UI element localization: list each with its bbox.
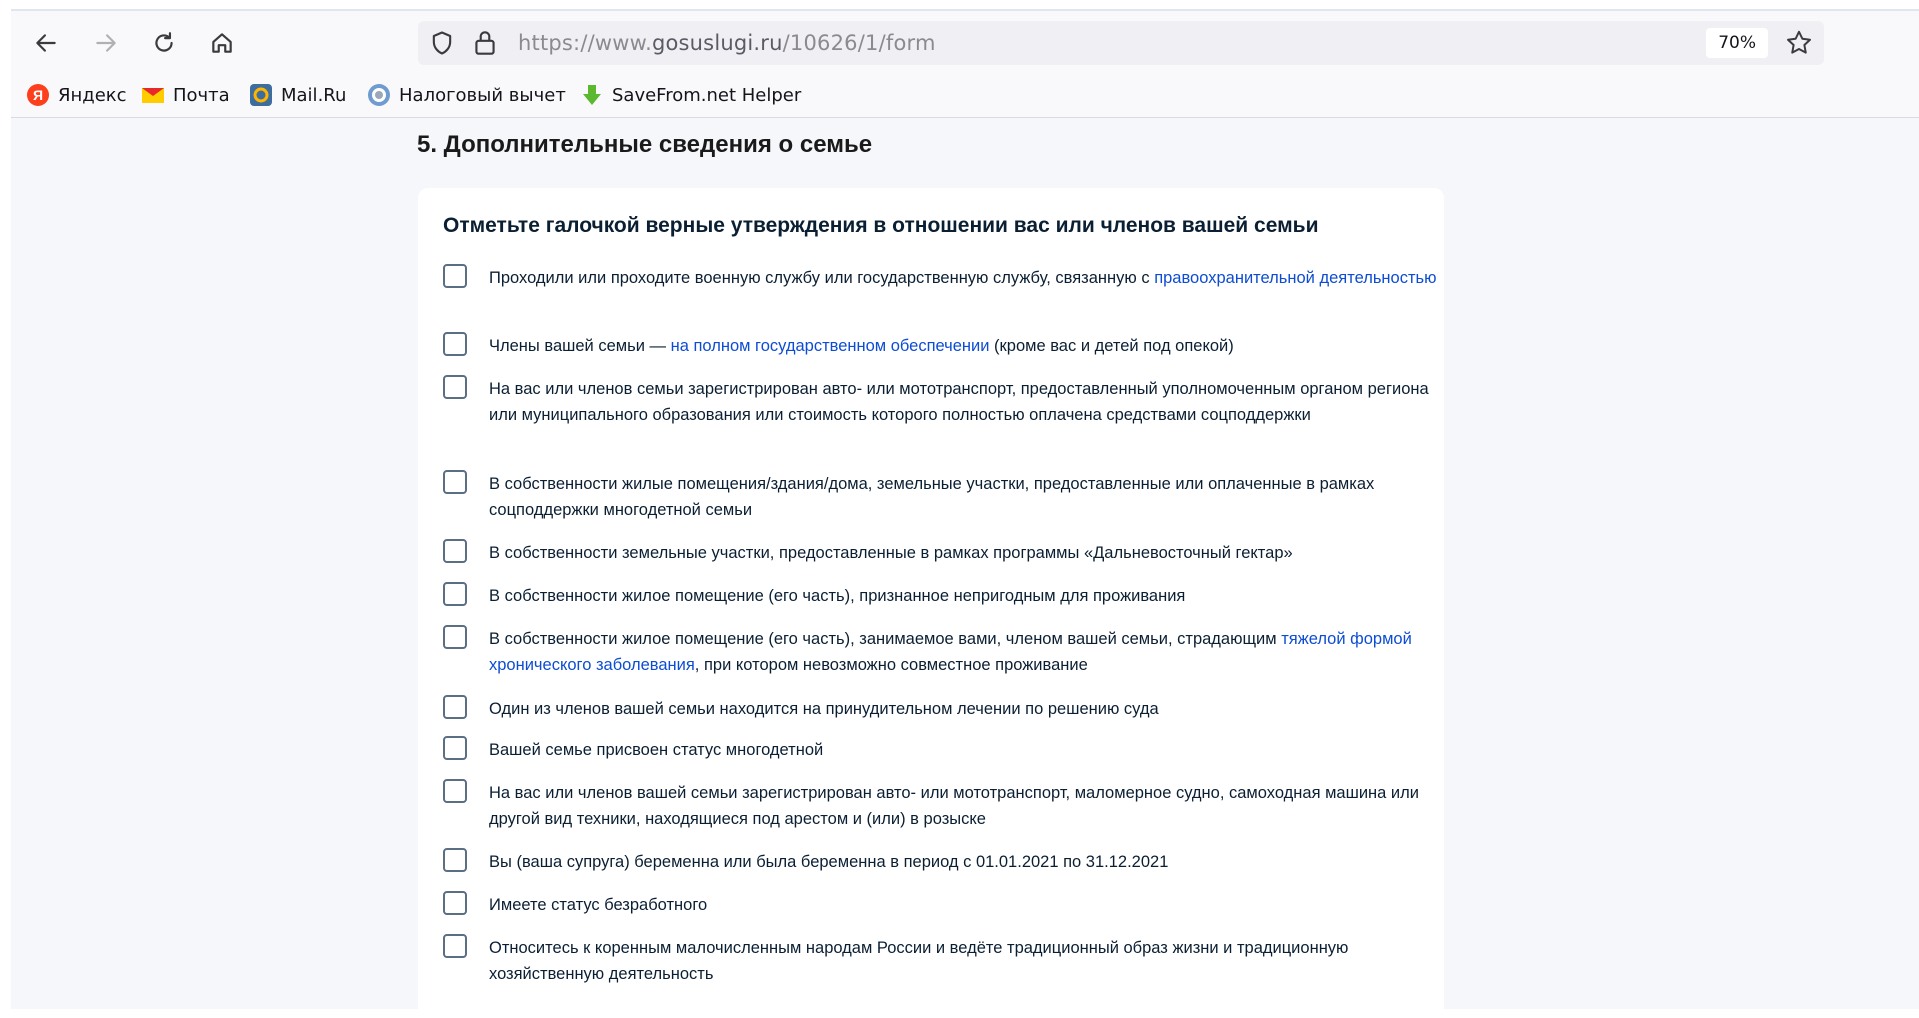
- lock-icon[interactable]: [472, 28, 498, 58]
- tracking-shield-icon[interactable]: [428, 29, 456, 57]
- bookmark-savefrom[interactable]: SaveFrom.net Helper: [580, 81, 801, 109]
- window-top-edge: [0, 0, 1919, 11]
- checkbox[interactable]: [443, 625, 467, 649]
- checkbox[interactable]: [443, 779, 467, 803]
- checkbox[interactable]: [443, 582, 467, 606]
- checkbox-label[interactable]: Один из членов вашей семьи находится на …: [489, 696, 1449, 722]
- info-link[interactable]: правоохранительной деятельностью: [1154, 269, 1436, 287]
- checkbox-label-text: В собственности жилые помещения/здания/д…: [489, 475, 1375, 519]
- checkbox-label[interactable]: Имеете статус безработного: [489, 892, 1449, 918]
- bookmark-mailru[interactable]: Mail.Ru: [249, 81, 346, 109]
- checkbox[interactable]: [443, 736, 467, 760]
- bookmark-label: Почта: [173, 84, 230, 106]
- checkbox-label[interactable]: Проходили или проходите военную службу и…: [489, 265, 1449, 291]
- zoom-level-button[interactable]: 70%: [1706, 28, 1768, 58]
- checkbox-label[interactable]: Относитесь к коренным малочисленным наро…: [489, 935, 1449, 987]
- bookmark-tax[interactable]: Налоговый вычет: [367, 81, 566, 109]
- bookmark-label: Яндекс: [58, 84, 127, 106]
- checkbox-label-text: Вашей семье присвоен статус многодетной: [489, 741, 824, 759]
- checkbox-label-text: Относитесь к коренным малочисленным наро…: [489, 939, 1349, 983]
- home-icon: [212, 33, 232, 53]
- checkbox-label-text: На вас или членов семьи зарегистрирован …: [489, 380, 1429, 424]
- checkbox[interactable]: [443, 375, 467, 399]
- checkbox-label[interactable]: Вы (ваша супруга) беременна или была бер…: [489, 849, 1449, 875]
- url-bar[interactable]: https://www.gosuslugi.ru/10626/1/form 70…: [418, 21, 1824, 65]
- svg-text:Я: Я: [33, 87, 43, 103]
- download-arrow-icon: [580, 83, 604, 107]
- bookmarks-bar: Я Яндекс Почта Mail.Ru Налоговый вычет S…: [0, 73, 1919, 118]
- checkbox[interactable]: [443, 332, 467, 356]
- tax-site-icon: [367, 83, 391, 107]
- forward-button[interactable]: [88, 25, 124, 61]
- checkbox[interactable]: [443, 470, 467, 494]
- checkbox-label-text: Вы (ваша супруга) беременна или была бер…: [489, 853, 1169, 871]
- checkbox-label[interactable]: В собственности жилое помещение (его час…: [489, 583, 1449, 609]
- checkbox-label-text: В собственности жилое помещение (его час…: [489, 587, 1186, 605]
- bookmark-label: Mail.Ru: [281, 84, 347, 106]
- bookmark-label: SaveFrom.net Helper: [612, 84, 802, 106]
- bookmark-pochta[interactable]: Почта: [141, 81, 230, 109]
- checkbox-label-text: (кроме вас и детей под опекой): [989, 337, 1234, 355]
- url-host: gosuslugi.ru: [651, 31, 783, 55]
- checkbox-label[interactable]: На вас или членов вашей семьи зарегистри…: [489, 780, 1449, 832]
- checkbox-label[interactable]: В собственности жилое помещение (его час…: [489, 626, 1449, 678]
- section-title: 5. Дополнительные сведения о семье: [417, 131, 873, 158]
- checkbox-label[interactable]: На вас или членов семьи зарегистрирован …: [489, 376, 1449, 428]
- checkbox-label-text: Имеете статус безработного: [489, 896, 708, 914]
- checkbox-label-text: Один из членов вашей семьи находится на …: [489, 700, 1159, 718]
- checkbox[interactable]: [443, 264, 467, 288]
- url-prefix: https://www.: [518, 31, 652, 55]
- checkbox-label-text: Члены вашей семьи —: [489, 337, 671, 355]
- browser-toolbar: https://www.gosuslugi.ru/10626/1/form 70…: [0, 11, 1919, 73]
- yandex-icon: Я: [26, 83, 50, 107]
- bookmark-yandex[interactable]: Я Яндекс: [26, 81, 127, 109]
- window-left-edge: [0, 0, 11, 1009]
- card-title: Отметьте галочкой верные утверждения в о…: [443, 214, 1319, 237]
- checkbox-label[interactable]: В собственности земельные участки, предо…: [489, 540, 1449, 566]
- checkbox[interactable]: [443, 539, 467, 563]
- checkbox-label-text: Проходили или проходите военную службу и…: [489, 269, 1155, 287]
- arrow-left-icon: [36, 34, 56, 52]
- url-path: /10626/1/form: [782, 31, 936, 55]
- checkbox[interactable]: [443, 891, 467, 915]
- checkbox-label-text: В собственности жилое помещение (его час…: [489, 630, 1282, 648]
- home-button[interactable]: [204, 25, 240, 61]
- checkbox-label-text: , при котором невозможно совместное прож…: [694, 656, 1088, 674]
- bookmark-label: Налоговый вычет: [399, 84, 566, 106]
- checkbox[interactable]: [443, 695, 467, 719]
- reload-icon: [155, 32, 173, 52]
- mail-envelope-icon: [141, 83, 165, 107]
- checkbox-label-text: В собственности земельные участки, предо…: [489, 544, 1293, 562]
- arrow-right-icon: [96, 34, 116, 52]
- checkbox[interactable]: [443, 848, 467, 872]
- checkbox-label[interactable]: Вашей семье присвоен статус многодетной: [489, 737, 1449, 763]
- back-button[interactable]: [28, 25, 64, 61]
- bookmark-star-icon[interactable]: [1784, 28, 1814, 58]
- checkbox-label[interactable]: В собственности жилые помещения/здания/д…: [489, 471, 1449, 523]
- info-link[interactable]: на полном государственном обеспечении: [671, 337, 990, 355]
- checkbox-label-text: На вас или членов вашей семьи зарегистри…: [489, 784, 1419, 828]
- checkbox-label[interactable]: Члены вашей семьи — на полном государств…: [489, 333, 1449, 359]
- url-text[interactable]: https://www.gosuslugi.ru/10626/1/form: [518, 31, 936, 55]
- checkbox[interactable]: [443, 934, 467, 958]
- reload-button[interactable]: [146, 25, 182, 61]
- mailru-icon: [249, 83, 273, 107]
